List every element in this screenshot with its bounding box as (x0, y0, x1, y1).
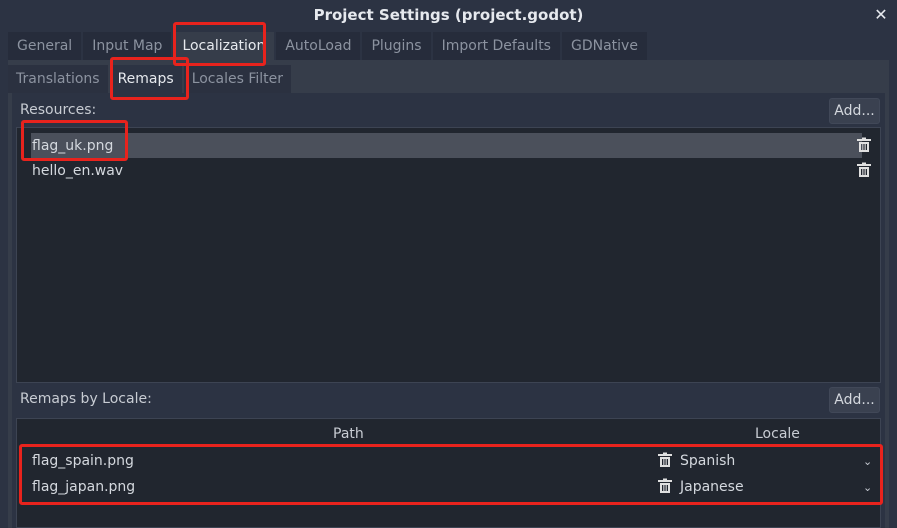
window-titlebar: Project Settings (project.godot) (0, 0, 897, 30)
resource-item-label: hello_en.wav (32, 162, 124, 179)
tab-general[interactable]: General (8, 32, 82, 60)
column-header-locale: Locale (755, 426, 800, 442)
window-title: Project Settings (project.godot) (313, 6, 584, 24)
remap-row-path[interactable]: flag_japan.png (32, 474, 135, 499)
close-icon[interactable]: ✕ (871, 4, 891, 24)
tab-localization[interactable]: Localization (173, 32, 275, 60)
subtab-locales-filter[interactable]: Locales Filter (183, 65, 292, 93)
main-tabbar: General Input Map Localization AutoLoad … (8, 32, 647, 60)
resources-list: flag_uk.png hello_en.wav (16, 127, 881, 383)
column-header-path: Path (333, 426, 364, 442)
trash-icon[interactable] (856, 137, 872, 153)
tab-input-map[interactable]: Input Map (83, 32, 172, 60)
add-resource-button[interactable]: Add... (829, 98, 880, 124)
trash-icon[interactable] (856, 162, 872, 178)
remaps-label: Remaps by Locale: (20, 391, 152, 407)
trash-icon[interactable] (657, 452, 673, 468)
subtab-translations[interactable]: Translations (8, 65, 108, 93)
trash-icon[interactable] (657, 478, 673, 494)
tab-import-defaults[interactable]: Import Defaults (432, 32, 560, 60)
tab-gdnative[interactable]: GDNative (561, 32, 647, 60)
resource-item-flag-uk[interactable]: flag_uk.png (31, 133, 862, 158)
tab-plugins[interactable]: Plugins (362, 32, 431, 60)
add-remap-button[interactable]: Add... (829, 387, 880, 413)
resources-label: Resources: (20, 102, 97, 118)
remap-row-path[interactable]: flag_spain.png (32, 448, 134, 473)
locale-select-spanish[interactable]: Spanish (680, 448, 735, 473)
remaps-table: Path Locale flag_spain.png Spanish ⌄ fla… (16, 418, 881, 528)
chevron-down-icon[interactable]: ⌄ (863, 481, 872, 494)
resource-item-hello-en[interactable]: hello_en.wav (31, 158, 123, 183)
tab-autoload[interactable]: AutoLoad (276, 32, 361, 60)
resource-item-label: flag_uk.png (32, 137, 114, 154)
subtab-remaps[interactable]: Remaps (109, 65, 182, 93)
localization-subtabbar: Translations Remaps Locales Filter (8, 65, 292, 93)
locale-select-japanese[interactable]: Japanese (680, 474, 744, 499)
chevron-down-icon[interactable]: ⌄ (863, 455, 872, 468)
